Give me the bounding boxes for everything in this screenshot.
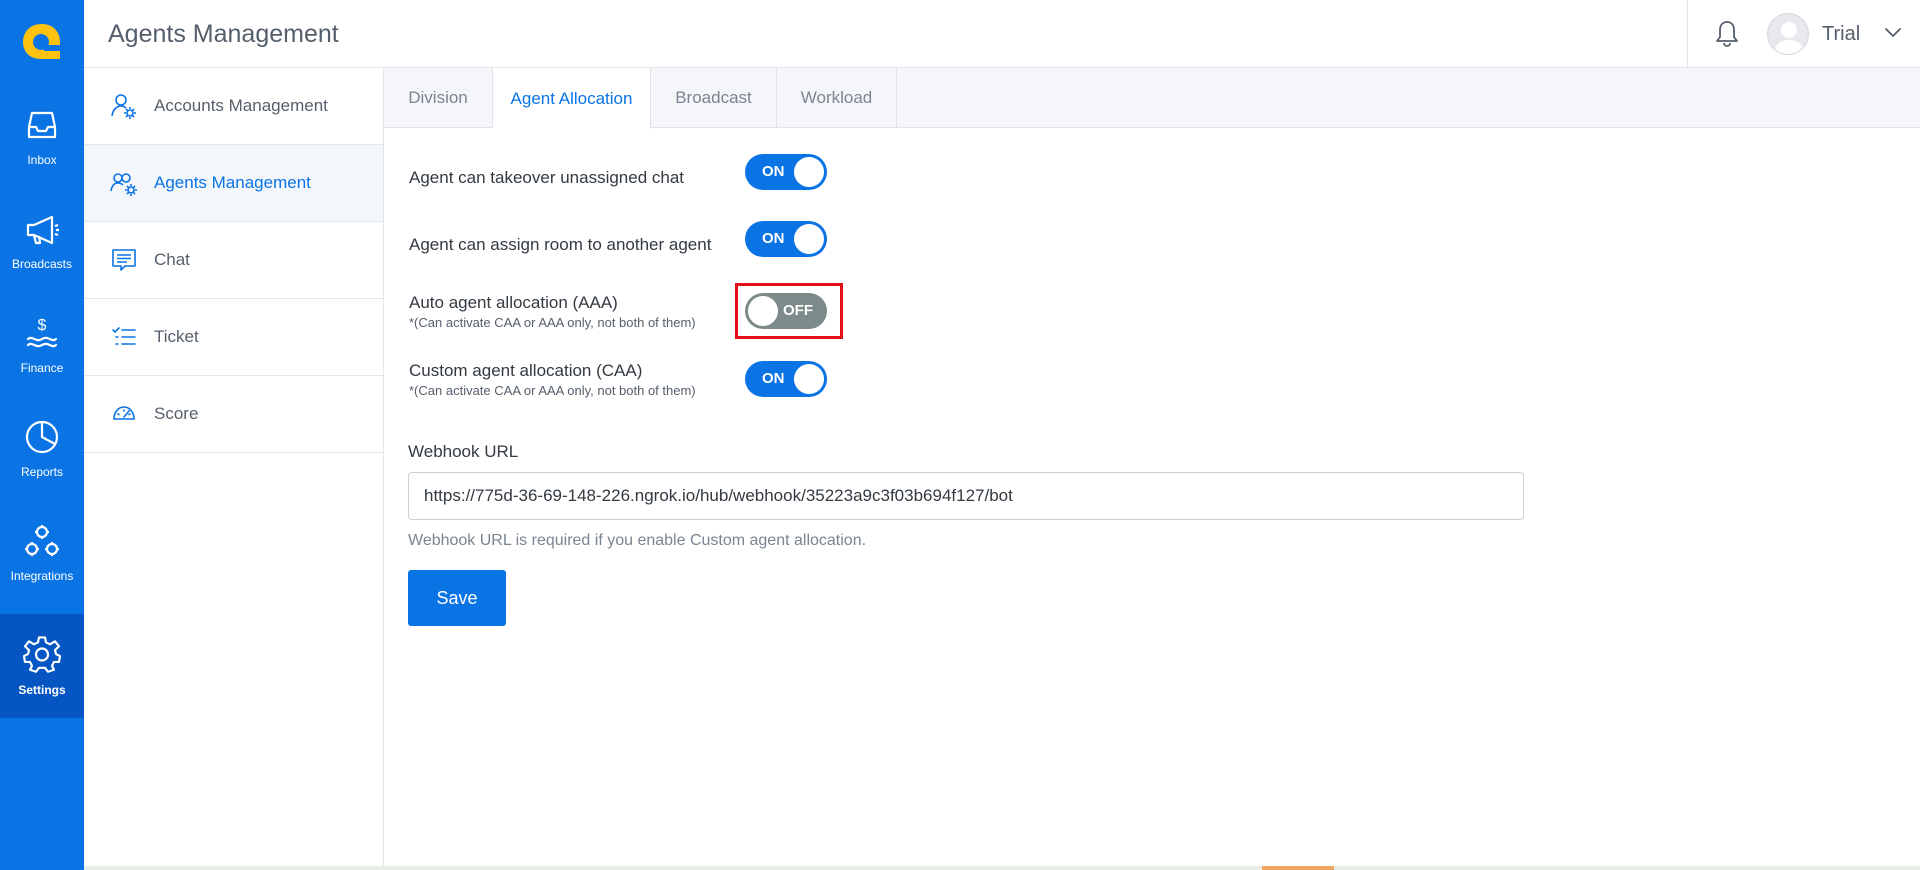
svg-text:$: $ [38,317,47,334]
subnav-item-accounts-management[interactable]: Accounts Management [84,68,383,145]
top-header: Agents Management Trial [84,0,1920,68]
rail-item-label: Broadcasts [11,257,73,271]
aaa-label: Auto agent allocation (AAA) [409,293,618,312]
user-gear-icon [110,92,138,120]
assign-room-toggle[interactable]: ON [745,221,827,257]
subnav-item-label: Ticket [154,327,199,346]
rail-item-label: Settings [18,683,66,697]
webhook-url-input[interactable] [408,472,1524,520]
integrations-icon [25,525,59,556]
inbox-icon [27,111,57,139]
settings-tabs: Division Agent Allocation Broadcast Work… [384,68,1920,129]
gauge-icon [110,400,138,428]
header-divider [1687,0,1688,68]
bell-icon[interactable] [1714,19,1740,47]
user-avatar-icon [1773,22,1805,54]
bottom-strip [0,866,1920,870]
highlight-box [735,283,843,339]
subnav-item-label: Score [154,404,199,423]
subnav-item-label: Chat [154,250,190,269]
rail-item-settings[interactable]: Settings [0,614,84,718]
rail-item-integrations[interactable]: Integrations [0,500,84,604]
chevron-down-icon[interactable] [1884,27,1902,39]
tab-workload[interactable]: Workload [777,68,897,128]
rail-item-label: Finance [20,361,64,375]
webhook-help-text: Webhook URL is required if you enable Cu… [408,532,867,549]
rail-item-label: Inbox [27,153,57,167]
takeover-toggle[interactable]: ON [745,154,827,190]
users-gear-icon [110,169,138,197]
agent-allocation-panel: Agent can takeover unassigned chat ON Ag… [384,128,1920,866]
assign-room-label: Agent can assign room to another agent [409,235,712,254]
q-logo-icon [23,24,60,59]
save-button[interactable]: Save [408,570,506,626]
subnav-item-agents-management[interactable]: Agents Management [84,145,383,222]
pie-chart-icon [25,420,59,454]
finance-icon: $ [26,317,58,348]
app-logo[interactable] [0,0,84,84]
subnav-item-score[interactable]: Score [84,376,383,453]
page-title: Agents Management [108,20,339,48]
strip-segment [1262,866,1334,870]
aaa-note: *(Can activate CAA or AAA only, not both… [409,315,696,330]
toggle-knob [794,224,824,254]
avatar[interactable] [1767,13,1809,55]
webhook-url-label: Webhook URL [408,442,519,461]
caa-note: *(Can activate CAA or AAA only, not both… [409,383,696,398]
rail-item-inbox[interactable]: Inbox [0,84,84,188]
tab-agent-allocation[interactable]: Agent Allocation [493,68,651,129]
rail-item-reports[interactable]: Reports [0,396,84,500]
toggle-knob [794,364,824,394]
gear-icon [22,636,62,673]
checklist-icon [110,323,138,351]
caa-label: Custom agent allocation (CAA) [409,361,643,380]
rail-item-label: Integrations [10,569,74,583]
tab-division[interactable]: Division [384,68,493,128]
takeover-label: Agent can takeover unassigned chat [409,168,685,187]
subnav-item-label: Agents Management [154,173,311,192]
main-nav-rail: Inbox Broadcasts $ Finance Reports Integ… [0,0,84,866]
tab-broadcast[interactable]: Broadcast [651,68,777,128]
toggle-state-label: ON [762,163,785,180]
rail-item-finance[interactable]: $ Finance [0,292,84,396]
megaphone-icon [26,215,59,245]
rail-item-label: Reports [20,465,64,479]
toggle-state-label: ON [762,230,785,247]
chat-icon [110,246,138,274]
strip-segment [0,866,84,870]
caa-toggle[interactable]: ON [745,361,827,397]
subnav-item-chat[interactable]: Chat [84,222,383,299]
subnav-item-label: Accounts Management [154,96,328,115]
toggle-state-label: ON [762,370,785,387]
subnav-item-ticket[interactable]: Ticket [84,299,383,376]
rail-item-broadcasts[interactable]: Broadcasts [0,188,84,292]
toggle-knob [794,157,824,187]
user-name[interactable]: Trial [1822,23,1860,46]
settings-subnav: Accounts Management Agents Management Ch… [84,68,384,866]
